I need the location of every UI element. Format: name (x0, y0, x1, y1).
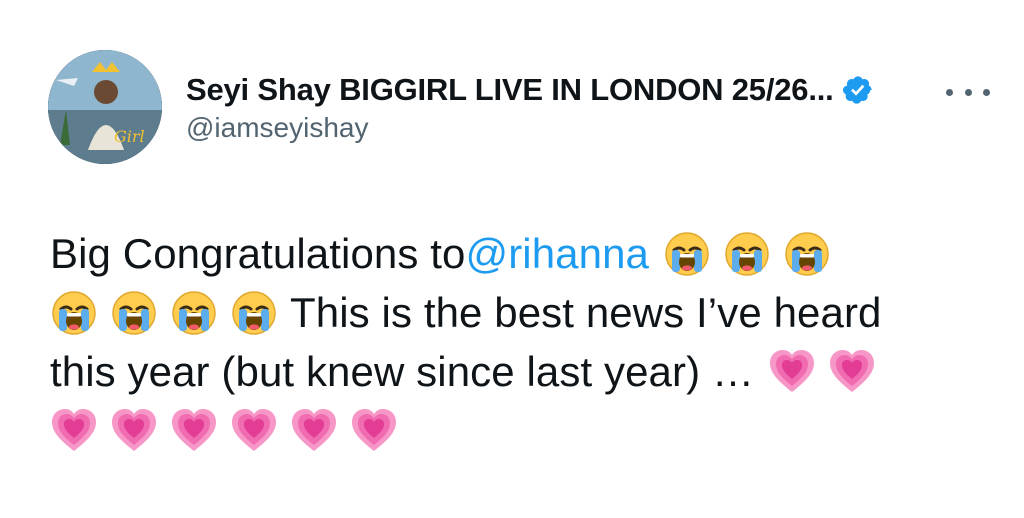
loudly-crying-face-emoji (50, 289, 98, 337)
growing-heart-emoji (230, 407, 278, 455)
tweet-line-3: this year (but knew since last year) … (50, 342, 1000, 401)
growing-heart-emoji (350, 407, 398, 455)
tweet-line-1: Big Congratulations to @rihanna (50, 224, 1000, 283)
growing-heart-emoji (110, 407, 158, 455)
svg-text:Girl: Girl (114, 127, 145, 146)
more-dot (983, 88, 990, 96)
verified-badge-icon (842, 76, 872, 104)
tweet-text-segment: this year (but knew since last year) … (50, 348, 755, 395)
author-name-row: Seyi Shay BIGGIRL LIVE IN LONDON 25/26..… (186, 70, 874, 110)
loudly-crying-face-emoji (723, 230, 771, 278)
loudly-crying-face-emoji (110, 289, 158, 337)
tweet-text-segment: This is the best news I’ve heard (290, 289, 882, 336)
tweet-text: Big Congratulations to @rihanna This is … (50, 224, 1000, 460)
author-display-name[interactable]: Seyi Shay BIGGIRL LIVE IN LONDON 25/26..… (186, 72, 834, 108)
loudly-crying-face-emoji (783, 230, 831, 278)
loudly-crying-face-emoji (170, 289, 218, 337)
tweet-card: Girl Seyi Shay BIGGIRL LIVE IN LONDON 25… (0, 0, 1024, 518)
mention-link[interactable]: @rihanna (465, 224, 649, 283)
growing-heart-emoji (50, 407, 98, 455)
more-dot (946, 88, 953, 96)
growing-heart-emoji (768, 348, 816, 396)
tweet-text-segment: Big Congratulations to (50, 230, 466, 277)
growing-heart-emoji (290, 407, 338, 455)
more-options-icon[interactable] (946, 84, 990, 100)
loudly-crying-face-emoji (230, 289, 278, 337)
tweet-line-4 (50, 401, 1000, 460)
growing-heart-emoji (170, 407, 218, 455)
tweet-line-2: This is the best news I’ve heard (50, 283, 1000, 342)
growing-heart-emoji (828, 348, 876, 396)
loudly-crying-face-emoji (663, 230, 711, 278)
profile-avatar[interactable]: Girl (48, 50, 162, 164)
author-handle[interactable]: @iamseyishay (186, 112, 368, 144)
more-dot (964, 88, 972, 96)
